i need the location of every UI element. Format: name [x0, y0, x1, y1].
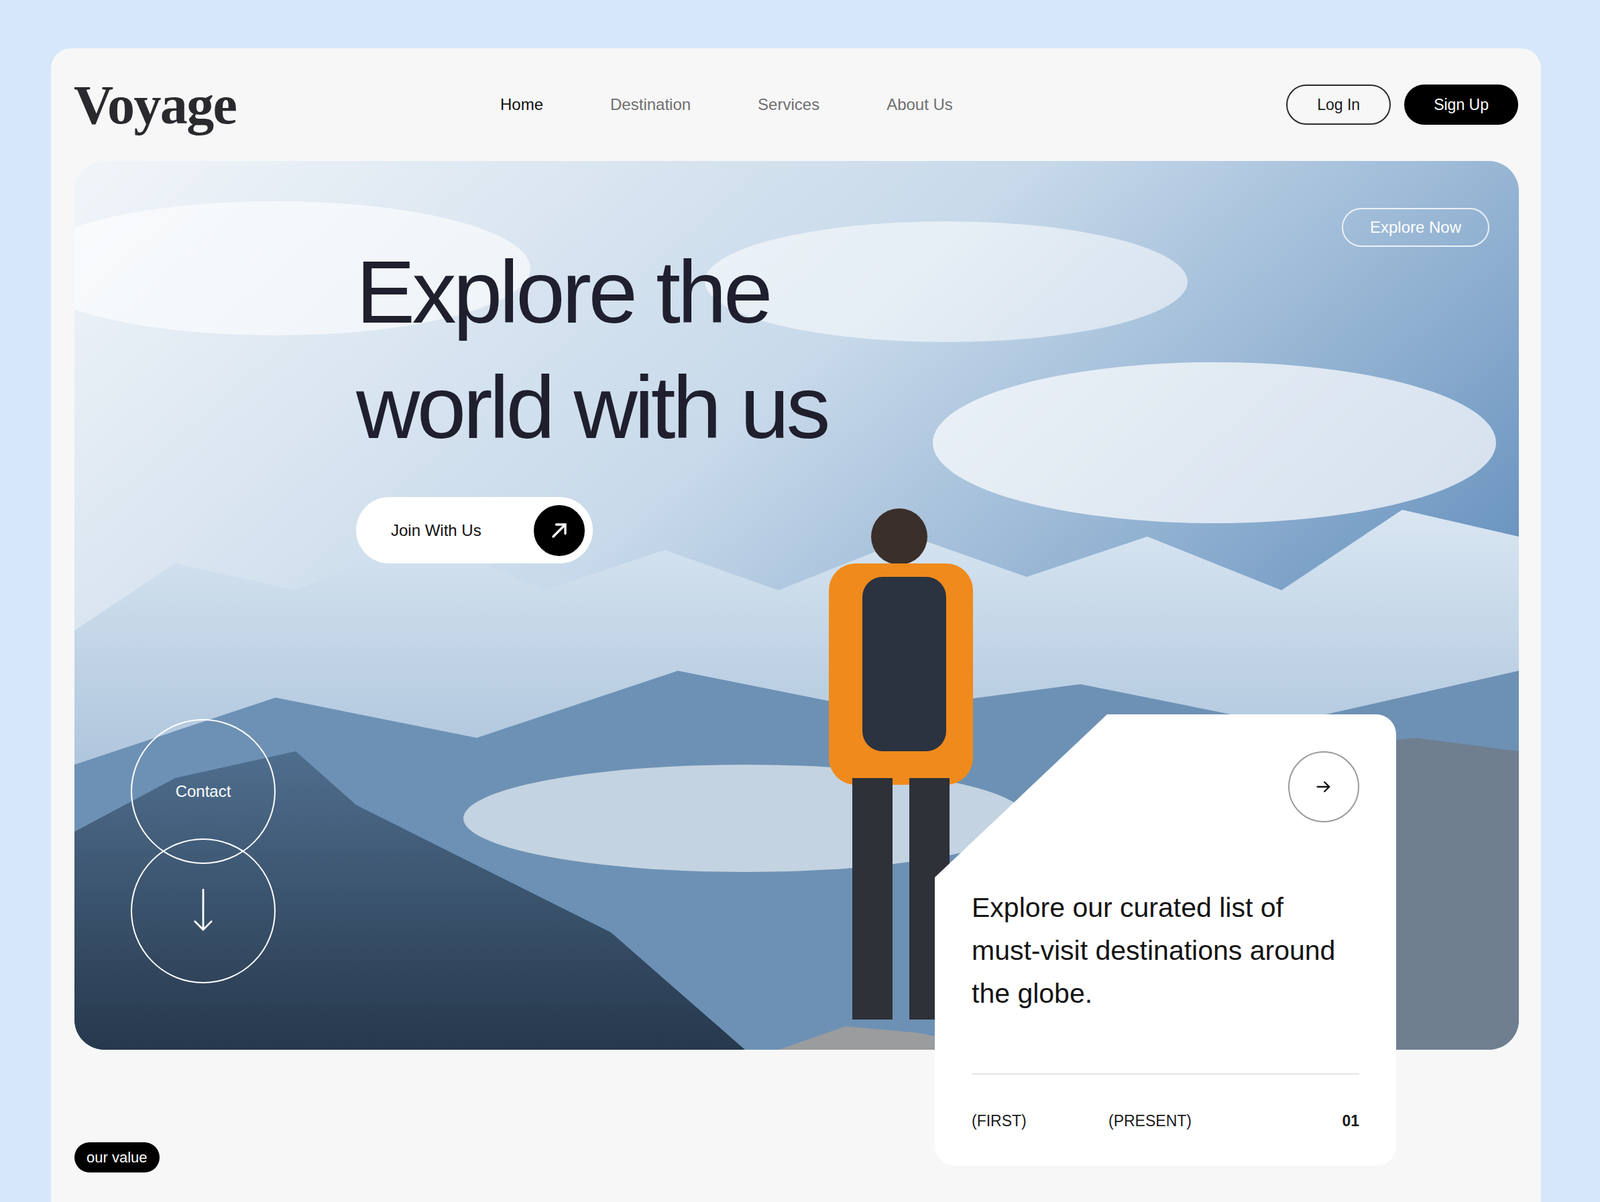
card-footer-label: 01	[1341, 1109, 1360, 1133]
card-text: Explore our curated list of must-visit d…	[971, 885, 1360, 1015]
signup-button[interactable]: Sign Up	[1404, 84, 1519, 125]
join-button[interactable]: Join With Us	[356, 496, 593, 564]
main-menu: Home Destination Services About Us	[500, 92, 953, 117]
card-footer-label: (FIRST)	[971, 1109, 1109, 1133]
explore-now-button[interactable]: Explore Now	[1341, 207, 1490, 247]
headline: Explore theworld with us	[356, 234, 1519, 465]
headline-line: world with us	[356, 350, 1519, 466]
scroll-down-icon[interactable]	[130, 838, 276, 984]
arrow-right-icon[interactable]	[1288, 751, 1360, 823]
top-nav: Voyage Home Destination Services About Us L…	[50, 48, 1541, 161]
nav-item[interactable]: Home	[500, 92, 544, 117]
card-footer: (FIRST)(PRESENT)01	[971, 1074, 1360, 1133]
arrow-up-right-icon	[531, 502, 588, 559]
nav-item[interactable]: Services	[757, 92, 820, 117]
logo[interactable]: Voyage	[73, 74, 237, 136]
nav-item[interactable]: About Us	[886, 92, 953, 117]
nav-item[interactable]: Destination	[610, 92, 691, 117]
login-button[interactable]: Log In	[1286, 84, 1391, 125]
page-card: Voyage Home Destination Services About Us L…	[50, 48, 1541, 1202]
our-value-badge: our value	[74, 1141, 160, 1173]
hero: Explore theworld with us Join With Us Ex…	[74, 160, 1519, 1050]
card-footer-label: (PRESENT)	[1108, 1109, 1342, 1133]
headline-line: Explore the	[356, 234, 1519, 351]
